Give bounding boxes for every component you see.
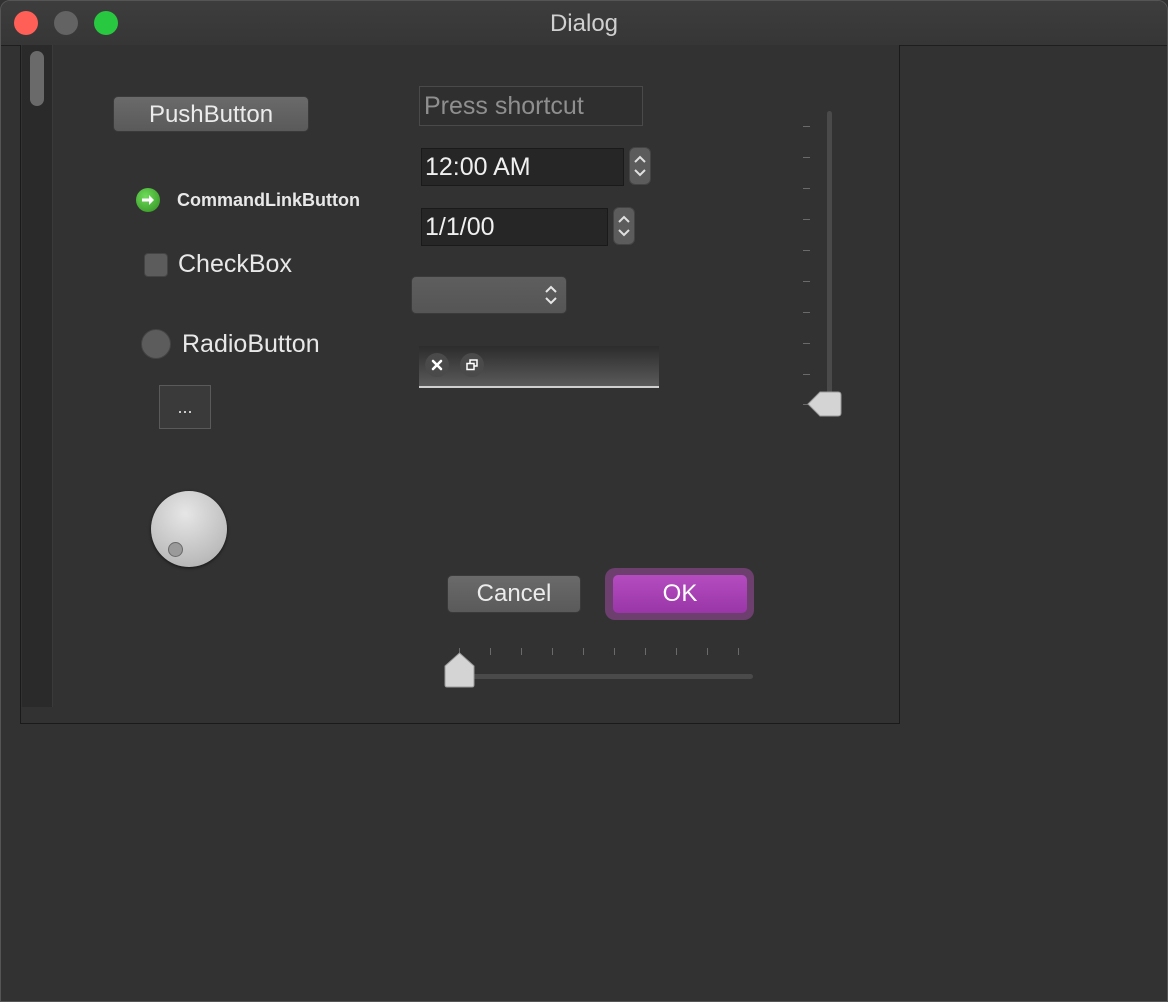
horizontal-slider-tick xyxy=(521,648,522,655)
title-bar[interactable]: Dialog xyxy=(1,1,1167,46)
cancel-button[interactable]: Cancel xyxy=(447,575,581,613)
horizontal-slider-handle[interactable] xyxy=(444,651,476,689)
horizontal-slider-tick xyxy=(490,648,491,655)
window-title: Dialog xyxy=(549,10,619,37)
ok-button[interactable]: OK xyxy=(613,575,747,613)
mdi-area xyxy=(419,346,659,388)
date-edit[interactable]: 1/1/00 xyxy=(421,208,608,246)
checkbox[interactable]: CheckBox xyxy=(144,250,292,279)
horizontal-slider-tick xyxy=(645,648,646,655)
horizontal-slider[interactable] xyxy=(447,674,753,679)
horizontal-slider-tick xyxy=(738,648,739,655)
close-icon[interactable] xyxy=(425,353,449,377)
key-sequence-edit[interactable]: Press shortcut xyxy=(419,86,643,126)
arrow-right-icon xyxy=(136,188,160,212)
dial-indicator xyxy=(168,542,183,557)
vertical-slider-tick xyxy=(803,281,810,282)
dialog-window: Dialog PushButton CommandLinkButton Chec… xyxy=(0,0,1168,1002)
push-button[interactable]: PushButton xyxy=(113,96,309,132)
vertical-scrollbar[interactable] xyxy=(22,45,53,707)
radio-button[interactable]: RadioButton xyxy=(141,329,320,359)
restore-icon[interactable] xyxy=(460,353,484,377)
vertical-slider-tick xyxy=(803,250,810,251)
vertical-slider[interactable] xyxy=(827,111,832,411)
command-link-label: CommandLinkButton xyxy=(177,189,360,210)
date-spin-buttons[interactable] xyxy=(613,207,635,245)
horizontal-slider-tick xyxy=(552,648,553,655)
tool-button[interactable]: ... xyxy=(159,385,211,429)
vertical-slider-tick xyxy=(803,374,810,375)
vertical-slider-tick xyxy=(803,188,810,189)
combo-arrows-icon xyxy=(545,285,557,305)
horizontal-slider-tick xyxy=(583,648,584,655)
dial-knob[interactable] xyxy=(151,491,227,567)
vertical-slider-handle[interactable] xyxy=(806,389,842,419)
combo-box[interactable] xyxy=(411,276,567,314)
radio-indicator[interactable] xyxy=(141,329,171,359)
command-link-button[interactable]: CommandLinkButton xyxy=(136,187,360,213)
horizontal-slider-tick xyxy=(614,648,615,655)
time-spin-buttons[interactable] xyxy=(629,147,651,185)
vertical-slider-tick xyxy=(803,157,810,158)
horizontal-slider-tick xyxy=(676,648,677,655)
vertical-slider-tick xyxy=(803,219,810,220)
scrollbar-thumb[interactable] xyxy=(30,51,44,106)
checkbox-label: CheckBox xyxy=(178,250,292,278)
radio-label: RadioButton xyxy=(182,329,320,358)
vertical-slider-tick xyxy=(803,343,810,344)
horizontal-slider-tick xyxy=(707,648,708,655)
vertical-slider-tick xyxy=(803,126,810,127)
vertical-slider-tick xyxy=(803,312,810,313)
checkbox-indicator[interactable] xyxy=(144,252,168,277)
time-edit[interactable]: 12:00 AM xyxy=(421,148,624,186)
